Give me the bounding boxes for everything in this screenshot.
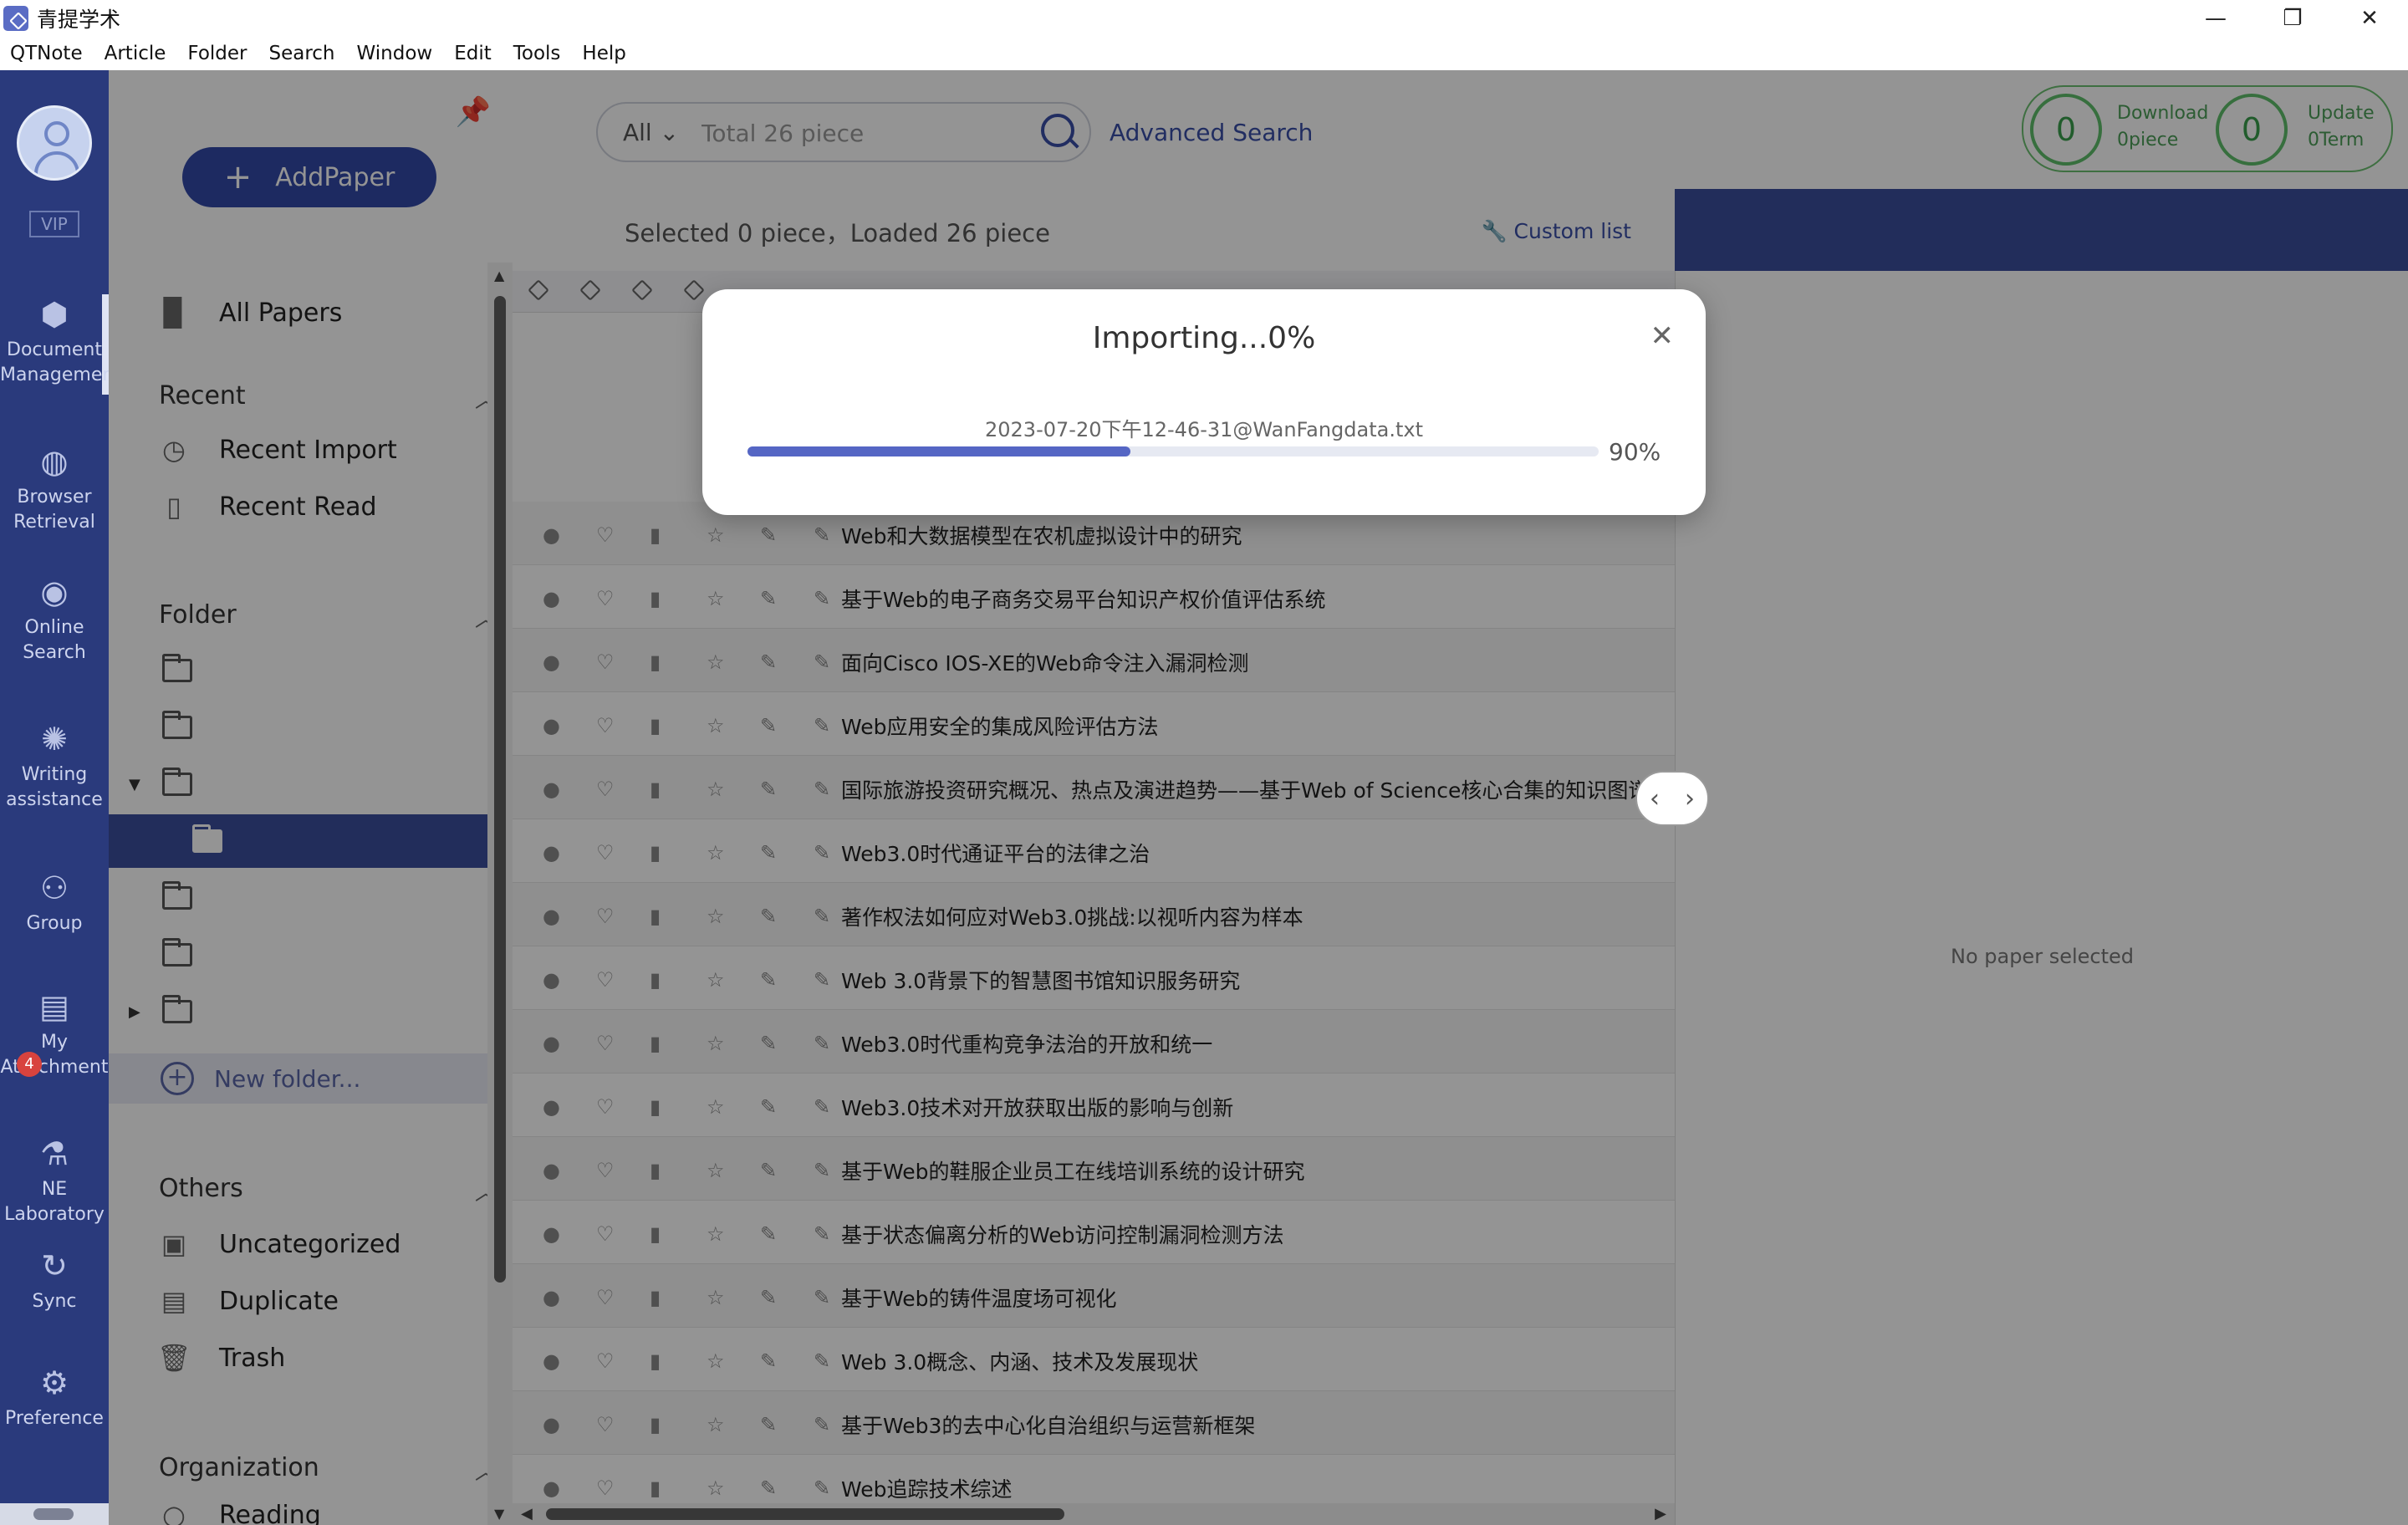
minimize-button[interactable]: — — [2177, 0, 2254, 37]
window-title: 青提学术 — [37, 8, 121, 32]
globe-icon: ◍ — [40, 443, 69, 480]
menu-search[interactable]: Search — [268, 43, 334, 64]
menu-article[interactable]: Article — [105, 43, 166, 64]
chevron-left-icon[interactable]: ‹ — [1650, 784, 1660, 814]
import-percent: 90% — [1609, 438, 1661, 466]
eye-icon: ◉ — [40, 574, 69, 610]
nav-preference[interactable]: ⚙ Preference — [0, 1364, 109, 1431]
import-progress-bar — [747, 446, 1599, 456]
group-icon: ⚇ — [39, 870, 69, 906]
nav-writing-assistance[interactable]: ✺ Writing assistance — [0, 721, 109, 813]
menu-folder[interactable]: Folder — [187, 43, 247, 64]
sync-icon: ↻ — [41, 1247, 68, 1284]
nav-document-management[interactable]: ⬢ Document Managemen — [0, 296, 114, 388]
chevron-right-icon[interactable]: › — [1685, 784, 1695, 814]
close-icon[interactable]: ✕ — [1650, 319, 1675, 353]
vip-badge[interactable]: VIP — [29, 211, 79, 237]
close-window-button[interactable]: ✕ — [2331, 0, 2408, 37]
nav-browser-retrieval[interactable]: ◍ Browser Retrieval — [0, 443, 109, 535]
app-logo-icon — [3, 6, 28, 31]
menu-qtnote[interactable]: QTNote — [10, 43, 83, 64]
gear-icon: ⚙ — [39, 1364, 69, 1401]
avatar[interactable] — [17, 105, 92, 181]
window-controls: — ❐ ✕ — [2177, 0, 2408, 37]
menu-bar: QTNote Article Folder Search Window Edit… — [0, 37, 2408, 70]
menu-window[interactable]: Window — [357, 43, 433, 64]
menu-edit[interactable]: Edit — [454, 43, 492, 64]
lab-icon: ⚗ — [39, 1135, 69, 1172]
left-navigation: VIP ⬢ Document Managemen ◍ Browser Retri… — [0, 70, 114, 1525]
attachment-icon: ▤ — [39, 988, 69, 1025]
cube-icon: ⬢ — [40, 296, 69, 333]
nav-sync[interactable]: ↻ Sync — [0, 1247, 109, 1314]
pager-arrows: ‹ › — [1635, 771, 1709, 826]
import-progress-fill — [747, 446, 1131, 456]
bulb-icon: ✺ — [41, 721, 68, 757]
import-file-name: 2023-07-20下午12-46-31@WanFangdata.txt — [985, 418, 1423, 441]
nav-ne-laboratory[interactable]: ⚗ NE Laboratory — [0, 1135, 109, 1227]
nav-scrollbar[interactable] — [0, 1503, 109, 1525]
menu-help[interactable]: Help — [582, 43, 625, 64]
nav-online-search[interactable]: ◉ Online Search — [0, 574, 109, 666]
title-bar: 青提学术 — ❐ ✕ — [0, 0, 2408, 37]
import-title: Importing...0% — [1092, 321, 1316, 355]
import-dialog: Importing...0% ✕ 2023-07-20下午12-46-31@Wa… — [702, 289, 1706, 515]
nav-group[interactable]: ⚇ Group — [0, 870, 109, 936]
menu-tools[interactable]: Tools — [513, 43, 561, 64]
attachment-count-badge: 4 — [17, 1052, 42, 1077]
modal-overlay — [109, 70, 2408, 1525]
maximize-button[interactable]: ❐ — [2254, 0, 2331, 37]
